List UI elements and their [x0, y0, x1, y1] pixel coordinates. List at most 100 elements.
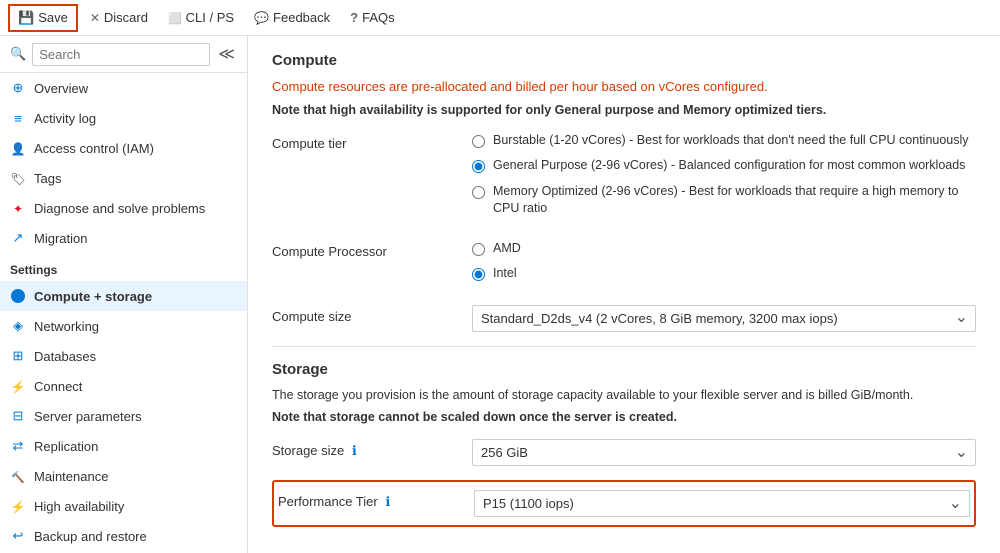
- cli-icon: [168, 10, 182, 25]
- sidebar-item-diagnose[interactable]: Diagnose and solve problems: [0, 193, 247, 223]
- intel-radio[interactable]: [472, 268, 485, 281]
- sidebar-item-networking[interactable]: Networking: [0, 311, 247, 341]
- server-icon: [10, 408, 26, 424]
- sidebar-item-maintenance[interactable]: Maintenance: [0, 461, 247, 491]
- memory-optimized-radio[interactable]: [472, 186, 485, 199]
- storage-size-info-icon: ℹ: [352, 443, 357, 458]
- sidebar-item-label: Maintenance: [34, 469, 108, 484]
- sidebar-item-label: Networking: [34, 319, 99, 334]
- sidebar-item-backup-restore[interactable]: Backup and restore: [0, 521, 247, 551]
- amd-radio[interactable]: [472, 243, 485, 256]
- sidebar-item-compute-storage[interactable]: Compute + storage: [0, 281, 247, 311]
- person-icon: [10, 140, 26, 156]
- maint-icon: [10, 468, 26, 484]
- cli-button[interactable]: CLI / PS: [160, 6, 242, 29]
- sidebar-item-label: Tags: [34, 171, 61, 186]
- settings-section-label: Settings: [0, 253, 247, 281]
- save-label: Save: [38, 10, 68, 25]
- sidebar-item-activity-log[interactable]: ≡ Activity log: [0, 103, 247, 133]
- tier-memory-option[interactable]: Memory Optimized (2-96 vCores) - Best fo…: [472, 183, 976, 218]
- sidebar: 🔍 ≪ Overview ≡ Activity log Access contr…: [0, 36, 248, 553]
- diag-icon: [10, 200, 26, 216]
- gear-icon: [10, 288, 26, 304]
- intel-option[interactable]: Intel: [472, 265, 976, 283]
- burstable-label: Burstable (1-20 vCores) - Best for workl…: [493, 132, 969, 150]
- sidebar-item-tags[interactable]: Tags: [0, 163, 247, 193]
- storage-info1: The storage you provision is the amount …: [272, 386, 976, 405]
- feedback-button[interactable]: Feedback: [246, 6, 338, 29]
- list-icon: ≡: [10, 110, 26, 126]
- connect-icon: [10, 378, 26, 394]
- db-icon: [10, 348, 26, 364]
- sidebar-item-label: Access control (IAM): [34, 141, 154, 156]
- compute-size-select[interactable]: Standard_D2ds_v4 (2 vCores, 8 GiB memory…: [472, 305, 976, 332]
- feedback-label: Feedback: [273, 10, 330, 25]
- compute-processor-controls: AMD Intel: [472, 240, 976, 291]
- save-button[interactable]: Save: [8, 4, 78, 32]
- storage-size-row: Storage size ℹ 256 GiB: [272, 439, 976, 466]
- x-icon: [90, 10, 100, 25]
- compute-size-label: Compute size: [272, 305, 472, 324]
- cli-label: CLI / PS: [186, 10, 234, 25]
- compute-size-controls: Standard_D2ds_v4 (2 vCores, 8 GiB memory…: [472, 305, 976, 332]
- performance-tier-controls: P15 (1100 iops): [474, 490, 974, 517]
- sidebar-item-databases[interactable]: Databases: [0, 341, 247, 371]
- compute-tier-row: Compute tier Burstable (1-20 vCores) - B…: [272, 132, 976, 226]
- performance-tier-select[interactable]: P15 (1100 iops): [474, 490, 970, 517]
- compute-processor-row: Compute Processor AMD Intel: [272, 240, 976, 291]
- compute-tier-controls: Burstable (1-20 vCores) - Best for workl…: [472, 132, 976, 226]
- performance-tier-select-wrapper: P15 (1100 iops): [474, 490, 970, 517]
- compute-title: Compute: [272, 52, 976, 69]
- sidebar-item-server-params[interactable]: Server parameters: [0, 401, 247, 431]
- faqs-button[interactable]: FAQs: [342, 6, 402, 29]
- performance-tier-label: Performance Tier ℹ: [274, 490, 474, 510]
- storage-size-label: Storage size ℹ: [272, 439, 472, 459]
- sidebar-item-label: Migration: [34, 231, 87, 246]
- tag-icon: [10, 170, 26, 186]
- tier-general-option[interactable]: General Purpose (2-96 vCores) - Balanced…: [472, 157, 976, 175]
- compute-info1: Compute resources are pre-allocated and …: [272, 77, 976, 97]
- search-input[interactable]: [32, 43, 210, 66]
- content-area: Compute Compute resources are pre-alloca…: [248, 36, 1000, 553]
- sidebar-item-replication[interactable]: Replication: [0, 431, 247, 461]
- faq-icon: [350, 10, 358, 25]
- sidebar-item-migration[interactable]: Migration: [0, 223, 247, 253]
- sidebar-item-access-control[interactable]: Access control (IAM): [0, 133, 247, 163]
- memory-optimized-label: Memory Optimized (2-96 vCores) - Best fo…: [493, 183, 976, 218]
- tier-burstable-option[interactable]: Burstable (1-20 vCores) - Best for workl…: [472, 132, 976, 150]
- compute-info-highlight: Compute resources are pre-allocated and …: [272, 79, 768, 94]
- compute-info2: Note that high availability is supported…: [272, 101, 976, 120]
- sidebar-item-label: Databases: [34, 349, 96, 364]
- section-divider: [272, 346, 976, 347]
- sidebar-item-label: Backup and restore: [34, 529, 147, 544]
- performance-tier-row: Performance Tier ℹ P15 (1100 iops): [274, 486, 974, 521]
- general-purpose-label: General Purpose (2-96 vCores) - Balanced…: [493, 157, 965, 175]
- toolbar: Save Discard CLI / PS Feedback FAQs: [0, 0, 1000, 36]
- general-purpose-radio[interactable]: [472, 160, 485, 173]
- sidebar-search-container: 🔍 ≪: [0, 36, 247, 73]
- sidebar-item-label: Server parameters: [34, 409, 142, 424]
- performance-tier-info-icon: ℹ: [385, 494, 390, 509]
- compute-size-row: Compute size Standard_D2ds_v4 (2 vCores,…: [272, 305, 976, 332]
- sidebar-item-label: Activity log: [34, 111, 96, 126]
- storage-size-select-wrapper: 256 GiB: [472, 439, 976, 466]
- storage-size-controls: 256 GiB: [472, 439, 976, 466]
- feedback-icon: [254, 10, 269, 25]
- sidebar-item-label: Diagnose and solve problems: [34, 201, 205, 216]
- search-icon: 🔍: [10, 46, 26, 62]
- main-layout: 🔍 ≪ Overview ≡ Activity log Access contr…: [0, 36, 1000, 553]
- sidebar-item-label: Compute + storage: [34, 289, 152, 304]
- mig-icon: [10, 230, 26, 246]
- sidebar-item-label: High availability: [34, 499, 124, 514]
- burstable-radio[interactable]: [472, 135, 485, 148]
- faqs-label: FAQs: [362, 10, 395, 25]
- sidebar-item-high-availability[interactable]: High availability: [0, 491, 247, 521]
- storage-title: Storage: [272, 361, 976, 378]
- amd-option[interactable]: AMD: [472, 240, 976, 258]
- sidebar-item-overview[interactable]: Overview: [0, 73, 247, 103]
- collapse-button[interactable]: ≪: [216, 42, 237, 66]
- storage-size-select[interactable]: 256 GiB: [472, 439, 976, 466]
- sidebar-item-label: Connect: [34, 379, 82, 394]
- sidebar-item-connect[interactable]: Connect: [0, 371, 247, 401]
- discard-button[interactable]: Discard: [82, 6, 156, 29]
